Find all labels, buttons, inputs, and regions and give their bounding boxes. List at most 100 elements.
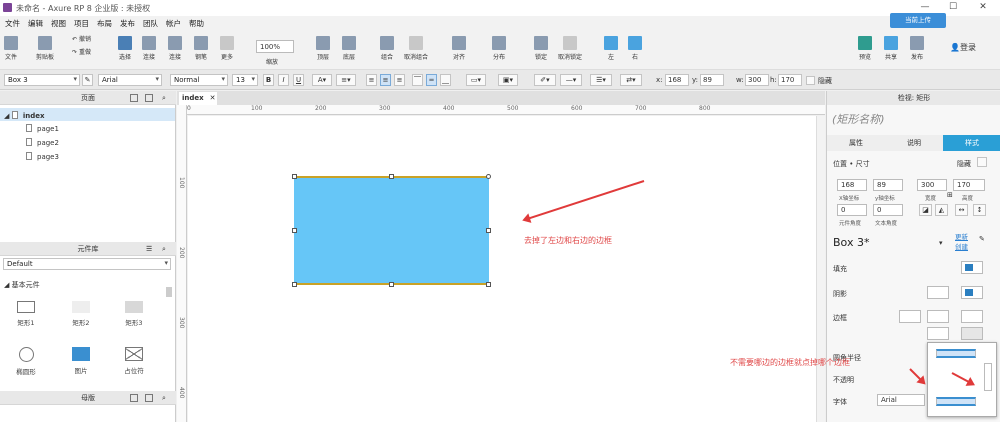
- border-top-bottom-option[interactable]: [936, 349, 976, 358]
- page-item-page1[interactable]: page1: [26, 124, 59, 133]
- close-icon[interactable]: ✕: [976, 2, 990, 12]
- undo-button[interactable]: ↶ 撤销: [72, 34, 91, 43]
- border-bottom-option[interactable]: [936, 397, 976, 406]
- add-master-folder-icon[interactable]: [145, 394, 153, 402]
- menu-help[interactable]: 帮助: [189, 18, 204, 29]
- align-left-icon[interactable]: ≡: [366, 74, 377, 86]
- minimize-icon[interactable]: —: [918, 2, 932, 12]
- hidden-checkbox[interactable]: [806, 76, 815, 85]
- menu-icon[interactable]: ☰: [146, 242, 152, 256]
- valign-bottom-icon[interactable]: ⎽: [440, 74, 451, 86]
- menu-account[interactable]: 帐户: [166, 18, 181, 29]
- upload-button[interactable]: 当前上传: [890, 13, 946, 28]
- rotate-handle[interactable]: [486, 174, 491, 179]
- group-button[interactable]: 组合: [380, 36, 394, 61]
- fit-width-icon[interactable]: ↔: [955, 204, 968, 216]
- clipboard-button[interactable]: 剪贴板: [36, 36, 54, 61]
- fill-color-swatch[interactable]: [961, 261, 983, 274]
- align-right-icon[interactable]: ≡: [394, 74, 405, 86]
- menu-file[interactable]: 文件: [5, 18, 20, 29]
- menu-edit[interactable]: 编辑: [28, 18, 43, 29]
- menu-team[interactable]: 团队: [143, 18, 158, 29]
- more-button[interactable]: 更多: [220, 36, 234, 61]
- border-weight-select[interactable]: [899, 310, 921, 323]
- font-select[interactable]: Arial: [98, 74, 162, 86]
- arrow-style-select[interactable]: [961, 327, 983, 340]
- box-3-rectangle[interactable]: [294, 176, 489, 285]
- distribute-button[interactable]: 分布: [492, 36, 506, 61]
- library-search-icon[interactable]: ⌕: [162, 242, 166, 256]
- valign-middle-icon[interactable]: ═: [426, 74, 437, 86]
- connect-button-2[interactable]: 连接: [168, 36, 182, 61]
- left-button[interactable]: 左: [604, 36, 618, 61]
- underline-button[interactable]: U: [293, 74, 304, 86]
- bold-button[interactable]: B: [263, 74, 274, 86]
- line-weight-icon[interactable]: ☰▾: [590, 74, 612, 86]
- update-link[interactable]: 更新: [955, 231, 968, 241]
- basic-widgets-section[interactable]: ◢ 基本元件: [4, 280, 40, 290]
- tab-style[interactable]: 样式: [943, 135, 1000, 151]
- select-button[interactable]: 选择: [118, 36, 132, 61]
- widget-name-select[interactable]: Box 3: [4, 74, 80, 86]
- tab-properties[interactable]: 属性: [827, 135, 885, 151]
- x-input[interactable]: 168: [665, 74, 689, 86]
- resize-handle[interactable]: [292, 228, 297, 233]
- search-icon[interactable]: ⌕: [162, 91, 166, 105]
- menu-project[interactable]: 项目: [74, 18, 89, 29]
- login-button[interactable]: 👤登录: [950, 42, 976, 53]
- text-rotation-input[interactable]: 0: [873, 204, 903, 216]
- widget-ellipse[interactable]: 椭圆形: [6, 347, 46, 376]
- align-center-icon[interactable]: ≡: [380, 74, 391, 86]
- tab-close-icon[interactable]: ✕: [210, 94, 216, 102]
- w-input[interactable]: 300: [745, 74, 769, 86]
- valign-top-icon[interactable]: ⎺: [412, 74, 423, 86]
- canvas-scrollbar[interactable]: [816, 116, 825, 422]
- preview-button[interactable]: 预览: [858, 36, 872, 61]
- border-style-icon[interactable]: ▭▾: [466, 74, 486, 86]
- maximize-icon[interactable]: ☐: [946, 2, 960, 12]
- add-folder-icon[interactable]: [145, 94, 153, 102]
- resize-handle[interactable]: [486, 282, 491, 287]
- size-select[interactable]: 13: [232, 74, 258, 86]
- page-item-page2[interactable]: page2: [26, 138, 59, 147]
- masters-search-icon[interactable]: ⌕: [162, 391, 166, 405]
- menu-layout[interactable]: 布局: [97, 18, 112, 29]
- rotation-input[interactable]: 0: [837, 204, 867, 216]
- create-link[interactable]: 创建: [955, 241, 968, 251]
- resize-handle[interactable]: [389, 282, 394, 287]
- menu-view[interactable]: 视图: [51, 18, 66, 29]
- add-page-icon[interactable]: [130, 94, 138, 102]
- italic-button[interactable]: I: [278, 74, 289, 86]
- page-item-index[interactable]: ◢ index: [0, 108, 175, 121]
- fit-height-icon[interactable]: ↕: [973, 204, 986, 216]
- publish-button[interactable]: 发布: [910, 36, 924, 61]
- align-button[interactable]: 对齐: [452, 36, 466, 61]
- line-style-icon[interactable]: —▾: [560, 74, 582, 86]
- list-icon[interactable]: ≡▾: [336, 74, 356, 86]
- widget-rect3[interactable]: 矩形3: [114, 301, 154, 327]
- unlock-button[interactable]: 取消锁定: [558, 36, 582, 61]
- redo-button[interactable]: ↷ 重做: [72, 47, 91, 56]
- inspector-x-input[interactable]: 168: [837, 179, 867, 191]
- y-input[interactable]: 89: [700, 74, 724, 86]
- ungroup-button[interactable]: 取消组合: [404, 36, 428, 61]
- widget-placeholder[interactable]: 占位符: [114, 347, 154, 375]
- tab-notes[interactable]: 说明: [885, 135, 943, 151]
- border-visibility-select[interactable]: [927, 327, 949, 340]
- inspector-w-input[interactable]: 300: [917, 179, 947, 191]
- widget-rect1[interactable]: 矩形1: [6, 301, 46, 327]
- border-right-option[interactable]: [984, 363, 992, 391]
- resize-handle[interactable]: [292, 282, 297, 287]
- style-dropdown-icon[interactable]: ▾: [939, 239, 943, 247]
- top-button[interactable]: 顶层: [316, 36, 330, 61]
- style-icon[interactable]: ✎: [82, 74, 93, 86]
- share-button[interactable]: 共享: [884, 36, 898, 61]
- widget-rect2[interactable]: 矩形2: [61, 301, 101, 327]
- style-edit-icon[interactable]: ✎: [979, 235, 985, 243]
- shape-name-field[interactable]: (矩形名称): [832, 111, 885, 127]
- weight-select[interactable]: Normal: [170, 74, 228, 86]
- inspector-y-input[interactable]: 89: [873, 179, 903, 191]
- flip-icon[interactable]: ◪: [919, 204, 932, 216]
- resize-handle[interactable]: [486, 228, 491, 233]
- shadow-color-swatch[interactable]: [961, 286, 983, 299]
